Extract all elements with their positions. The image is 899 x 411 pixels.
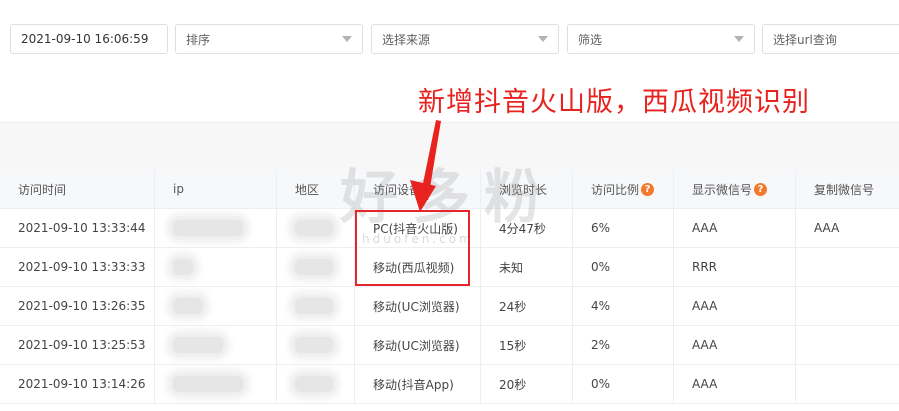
cell-visit-ratio-text: 0% — [591, 260, 611, 274]
cell-show-wechat: AAA — [674, 365, 796, 403]
cell-visit-ratio-text: 4% — [591, 299, 611, 313]
cell-visit-ratio-text: 2% — [591, 338, 611, 352]
header-show-wechat: 显示微信号 ? — [674, 170, 796, 208]
cell-show-wechat-text: AAA — [692, 221, 718, 235]
cell-copy-wechat — [796, 326, 899, 364]
blurred-region — [295, 220, 333, 236]
filter-placeholder: 筛选 — [578, 32, 603, 47]
date-value: 2021-09-10 16:06:59 — [21, 32, 149, 46]
cell-device-text: 移动(抖音App) — [373, 377, 454, 392]
blurred-ip — [173, 259, 193, 275]
cell-visit-ratio-text: 0% — [591, 377, 611, 391]
chevron-down-icon — [538, 36, 548, 42]
cell-region — [277, 248, 355, 286]
cell-visit-time: 2021-09-10 13:33:33 — [0, 248, 155, 286]
cell-visit-time-text: 2021-09-10 13:33:33 — [18, 260, 146, 274]
blurred-ip — [173, 298, 203, 314]
blurred-region — [295, 376, 333, 392]
cell-visit-time-text: 2021-09-10 13:26:35 — [18, 299, 146, 313]
help-icon[interactable]: ? — [754, 182, 768, 196]
cell-visit-time: 2021-09-10 13:26:35 — [0, 287, 155, 325]
filter-bar: 2021-09-10 16:06:59 排序 选择来源 筛选 选择url查询 — [0, 0, 899, 80]
cell-copy-wechat: AAA — [796, 209, 899, 247]
cell-duration-text: 24秒 — [499, 299, 527, 314]
cell-visit-time: 2021-09-10 13:14:26 — [0, 365, 155, 403]
blurred-ip — [173, 220, 243, 236]
header-copy-wechat: 复制微信号 — [814, 182, 875, 197]
cell-copy-wechat — [796, 287, 899, 325]
blurred-ip — [173, 376, 243, 392]
cell-show-wechat-text: AAA — [692, 338, 718, 352]
cell-duration-text: 20秒 — [499, 377, 527, 392]
cell-show-wechat: AAA — [674, 209, 796, 247]
highlight-box — [355, 210, 470, 286]
header-visit-time: 访问时间 — [0, 170, 155, 208]
chevron-down-icon — [734, 36, 744, 42]
blurred-region — [295, 337, 333, 353]
cell-region — [277, 326, 355, 364]
cell-region — [277, 287, 355, 325]
cell-visit-time-text: 2021-09-10 13:33:44 — [18, 221, 146, 235]
table-row: 2021-09-10 13:26:35 移动(UC浏览器) 24秒 4% AAA — [0, 287, 899, 326]
blurred-region — [295, 259, 333, 275]
cell-visit-ratio: 0% — [573, 248, 674, 286]
cell-copy-wechat — [796, 248, 899, 286]
cell-duration-text: 未知 — [499, 260, 524, 275]
sort-placeholder: 排序 — [186, 32, 211, 47]
annotation-text: 新增抖音火山版，西瓜视频识别 — [418, 87, 810, 118]
cell-show-wechat: AAA — [674, 287, 796, 325]
cell-duration: 20秒 — [481, 365, 573, 403]
cell-ip — [155, 209, 277, 247]
header-ip: ip — [155, 170, 277, 208]
blurred-region — [295, 298, 333, 314]
source-placeholder: 选择来源 — [382, 32, 431, 47]
cell-visit-time: 2021-09-10 13:33:44 — [0, 209, 155, 247]
cell-region — [277, 365, 355, 403]
cell-device: 移动(UC浏览器) — [355, 287, 481, 325]
cell-visit-time-text: 2021-09-10 13:25:53 — [18, 338, 146, 352]
cell-visit-ratio: 2% — [573, 326, 674, 364]
date-picker-input[interactable]: 2021-09-10 16:06:59 — [10, 24, 168, 54]
cell-ip — [155, 365, 277, 403]
chevron-down-icon — [342, 36, 352, 42]
cell-visit-time-text: 2021-09-10 13:14:26 — [18, 377, 146, 391]
table-row: 2021-09-10 13:14:26 移动(抖音App) 20秒 0% AAA — [0, 365, 899, 404]
cell-device: 移动(UC浏览器) — [355, 326, 481, 364]
url-query-select[interactable]: 选择url查询 — [762, 24, 899, 54]
header-visit-ratio-label: 访问比例 — [591, 182, 640, 197]
help-icon[interactable]: ? — [641, 182, 655, 196]
header-visit-ratio: 访问比例 ? — [573, 170, 674, 208]
cell-copy-wechat-text: AAA — [814, 221, 840, 235]
cell-ip — [155, 248, 277, 286]
cell-copy-wechat — [796, 365, 899, 403]
blurred-ip — [173, 337, 223, 353]
cell-show-wechat: AAA — [674, 326, 796, 364]
source-select[interactable]: 选择来源 — [371, 24, 559, 54]
url-placeholder: 选择url查询 — [773, 32, 837, 47]
filter-select[interactable]: 筛选 — [567, 24, 755, 54]
table-row: 2021-09-10 13:25:53 移动(UC浏览器) 15秒 2% AAA — [0, 326, 899, 365]
cell-device: 移动(抖音App) — [355, 365, 481, 403]
cell-device-text: 移动(UC浏览器) — [373, 299, 460, 314]
sort-select[interactable]: 排序 — [175, 24, 363, 54]
header-show-wechat-label: 显示微信号 — [692, 182, 753, 197]
cell-visit-ratio: 0% — [573, 365, 674, 403]
cell-visit-ratio: 6% — [573, 209, 674, 247]
cell-duration: 未知 — [481, 248, 573, 286]
cell-device-text: 移动(UC浏览器) — [373, 338, 460, 353]
cell-duration-text: 15秒 — [499, 338, 527, 353]
cell-visit-ratio-text: 6% — [591, 221, 611, 235]
cell-duration: 24秒 — [481, 287, 573, 325]
cell-show-wechat-text: AAA — [692, 377, 718, 391]
cell-ip — [155, 326, 277, 364]
cell-ip — [155, 287, 277, 325]
cell-show-wechat: RRR — [674, 248, 796, 286]
cell-show-wechat-text: AAA — [692, 299, 718, 313]
cell-visit-ratio: 4% — [573, 287, 674, 325]
cell-visit-time: 2021-09-10 13:25:53 — [0, 326, 155, 364]
cell-show-wechat-text: RRR — [692, 260, 718, 274]
cell-duration: 15秒 — [481, 326, 573, 364]
